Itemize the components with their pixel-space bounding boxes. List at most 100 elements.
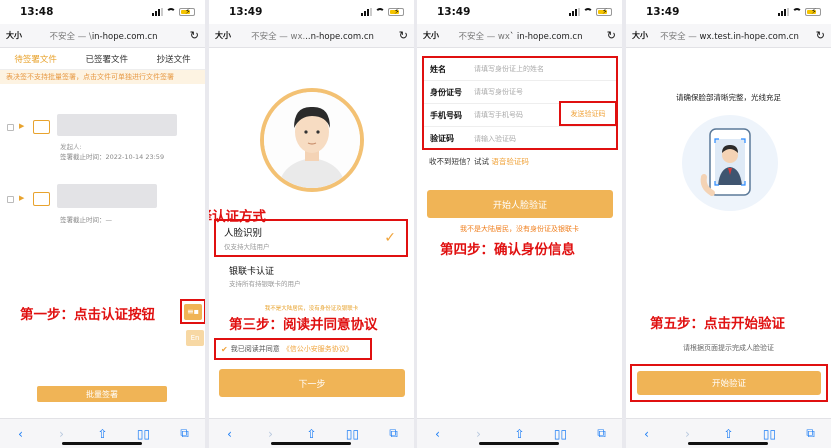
home-indicator: [271, 442, 351, 445]
selfie-icon: [700, 128, 751, 196]
face-avatar-illustration: [260, 88, 364, 192]
status-time: 13:49: [646, 6, 680, 18]
back-icon[interactable]: ‹: [637, 427, 657, 441]
status-icons: ⚡: [361, 7, 404, 16]
tab-signed[interactable]: 已签署文件: [85, 53, 128, 65]
signal-icon: [569, 8, 580, 16]
battery-icon: ⚡: [388, 7, 404, 16]
face-option-title: 人脸识别: [224, 228, 263, 239]
url-bar[interactable]: 大小 不安全 — wx` in-hope.com.cn ↻: [417, 24, 622, 48]
status-time: 13:49: [229, 6, 263, 18]
share-icon[interactable]: ⇧: [719, 427, 739, 441]
bank-card-option[interactable]: 银联卡认证: [229, 264, 274, 277]
reload-icon[interactable]: ↻: [811, 29, 825, 42]
bookmarks-icon[interactable]: ▯▯: [551, 427, 571, 441]
status-icons: ⚡: [569, 7, 612, 16]
panel-auth-method: 13:49 ⚡ 大小 不安全 — wx...n-hope.com.cn ↻ 认证…: [209, 0, 414, 448]
language-button[interactable]: En: [186, 330, 204, 346]
wifi-icon: [583, 8, 593, 16]
status-bar: 13:49 ⚡: [209, 0, 414, 24]
battery-icon: ⚡: [179, 7, 195, 16]
status-icons: ⚡: [778, 7, 821, 16]
url-bar[interactable]: 大小 不安全 — wx.test.in-hope.com.cn ↻: [626, 24, 831, 48]
tabs-icon[interactable]: ⧉: [175, 426, 195, 441]
url-text[interactable]: 不安全 — wx.test.in-hope.com.cn: [648, 30, 811, 42]
batch-sign-button[interactable]: 批量签署: [37, 386, 167, 402]
checked-icon[interactable]: ✔: [221, 345, 228, 354]
share-icon[interactable]: ⇧: [510, 427, 530, 441]
field-label: 手机号码: [430, 110, 462, 120]
field-label: 验证码: [430, 134, 454, 143]
tutorial-strip: 13:48 ⚡ 大小 不安全 — \in-hope.com.cn ↻ 待签署文件…: [0, 0, 831, 448]
url-text[interactable]: 不安全 — wx...n-hope.com.cn: [231, 30, 394, 42]
url-bar[interactable]: 大小 不安全 — wx...n-hope.com.cn ↻: [209, 24, 414, 48]
auth-button[interactable]: ≡▪: [180, 299, 205, 324]
back-icon[interactable]: ‹: [428, 427, 448, 441]
url-text[interactable]: 不安全 — \in-hope.com.cn: [22, 30, 185, 42]
reload-icon[interactable]: ↻: [185, 29, 199, 42]
code-field[interactable]: 验证码 请输入验证码: [424, 127, 616, 150]
share-icon[interactable]: ⇧: [93, 427, 113, 441]
share-icon[interactable]: ⇧: [302, 427, 322, 441]
not-mainland-hint[interactable]: 我不是大陆居民，没有身份证及银联卡: [209, 304, 414, 312]
tab-pending[interactable]: 待签署文件: [14, 53, 57, 65]
step1-annotation: 第一步：点击认证按钮: [20, 307, 155, 323]
forward-icon[interactable]: ›: [52, 427, 72, 441]
agreement-checkbox-row[interactable]: ✔ 我已阅读并同意 《信公小安服务协议》: [214, 338, 372, 360]
field-label: 姓名: [430, 64, 446, 74]
face-recognition-option[interactable]: 人脸识别 仅支持大陆用户 ✓: [214, 219, 408, 257]
list-item[interactable]: ▶ 发起人: 签署截止时间：2022-10-14 23:59: [0, 84, 205, 161]
home-indicator: [479, 442, 559, 445]
panel-document-list: 13:48 ⚡ 大小 不安全 — \in-hope.com.cn ↻ 待签署文件…: [0, 0, 205, 448]
tabs-icon[interactable]: ⧉: [592, 426, 612, 441]
wifi-icon: [166, 8, 176, 16]
field-label: 身份证号: [430, 87, 462, 97]
url-bar[interactable]: 大小 不安全 — \in-hope.com.cn ↻: [0, 24, 205, 48]
status-bar: 13:49 ⚡: [417, 0, 622, 24]
next-button[interactable]: 下一步: [219, 369, 405, 397]
back-icon[interactable]: ‹: [220, 427, 240, 441]
start-face-verification-button[interactable]: 开始人脸验证: [427, 190, 613, 218]
name-input[interactable]: 请填写身份证上的姓名: [474, 64, 616, 74]
forward-icon[interactable]: ›: [261, 427, 281, 441]
panel-identity-form: 13:49 ⚡ 大小 不安全 — wx` in-hope.com.cn ↻ 姓名…: [417, 0, 622, 448]
panel-start-verification: 13:49 ⚡ 大小 不安全 — wx.test.in-hope.com.cn …: [626, 0, 831, 448]
doc-tabs: 待签署文件 已签署文件 抄送文件: [0, 48, 205, 70]
agreement-link[interactable]: 《信公小安服务协议》: [283, 344, 353, 354]
forward-icon[interactable]: ›: [678, 427, 698, 441]
person-icon: [264, 92, 360, 188]
voice-code-link[interactable]: 语音验证码: [491, 157, 529, 166]
home-indicator: [688, 442, 768, 445]
tabs-icon[interactable]: ⧉: [801, 426, 821, 441]
id-number-input[interactable]: 请填写身份证号: [474, 87, 616, 97]
reload-icon[interactable]: ↻: [602, 29, 616, 42]
bookmarks-icon[interactable]: ▯▯: [343, 427, 363, 441]
battery-icon: ⚡: [596, 7, 612, 16]
home-indicator: [62, 442, 142, 445]
redacted-title: [57, 184, 157, 208]
send-code-button[interactable]: 发送验证码: [559, 101, 617, 126]
start-verification-button[interactable]: 开始验证: [637, 371, 821, 395]
list-item[interactable]: ▶ 签署截止时间：—: [0, 144, 205, 224]
expand-icon[interactable]: ▶: [19, 122, 24, 130]
text-size-button[interactable]: 大小: [423, 30, 439, 41]
checkbox[interactable]: [7, 196, 14, 203]
text-size-button[interactable]: 大小: [6, 30, 22, 41]
not-mainland-link[interactable]: 我不是大陆居民，没有身份证及银联卡: [417, 224, 622, 234]
lighting-hint: 请确保脸部清晰完整，光线充足: [676, 93, 781, 102]
code-input[interactable]: 请输入验证码: [474, 134, 616, 144]
guide-text: 请根据页面提示完成人脸验证: [683, 344, 774, 352]
expand-icon[interactable]: ▶: [19, 194, 24, 202]
forward-icon[interactable]: ›: [469, 427, 489, 441]
checkbox[interactable]: [7, 124, 14, 131]
reload-icon[interactable]: ↻: [394, 29, 408, 42]
url-text[interactable]: 不安全 — wx` in-hope.com.cn: [439, 30, 602, 42]
text-size-button[interactable]: 大小: [632, 30, 648, 41]
back-icon[interactable]: ‹: [11, 427, 31, 441]
tab-cc[interactable]: 抄送文件: [157, 53, 191, 65]
text-size-button[interactable]: 大小: [215, 30, 231, 41]
tabs-icon[interactable]: ⧉: [384, 426, 404, 441]
bookmarks-icon[interactable]: ▯▯: [760, 427, 780, 441]
bookmarks-icon[interactable]: ▯▯: [134, 427, 154, 441]
name-field[interactable]: 姓名 请填写身份证上的姓名: [424, 58, 616, 81]
